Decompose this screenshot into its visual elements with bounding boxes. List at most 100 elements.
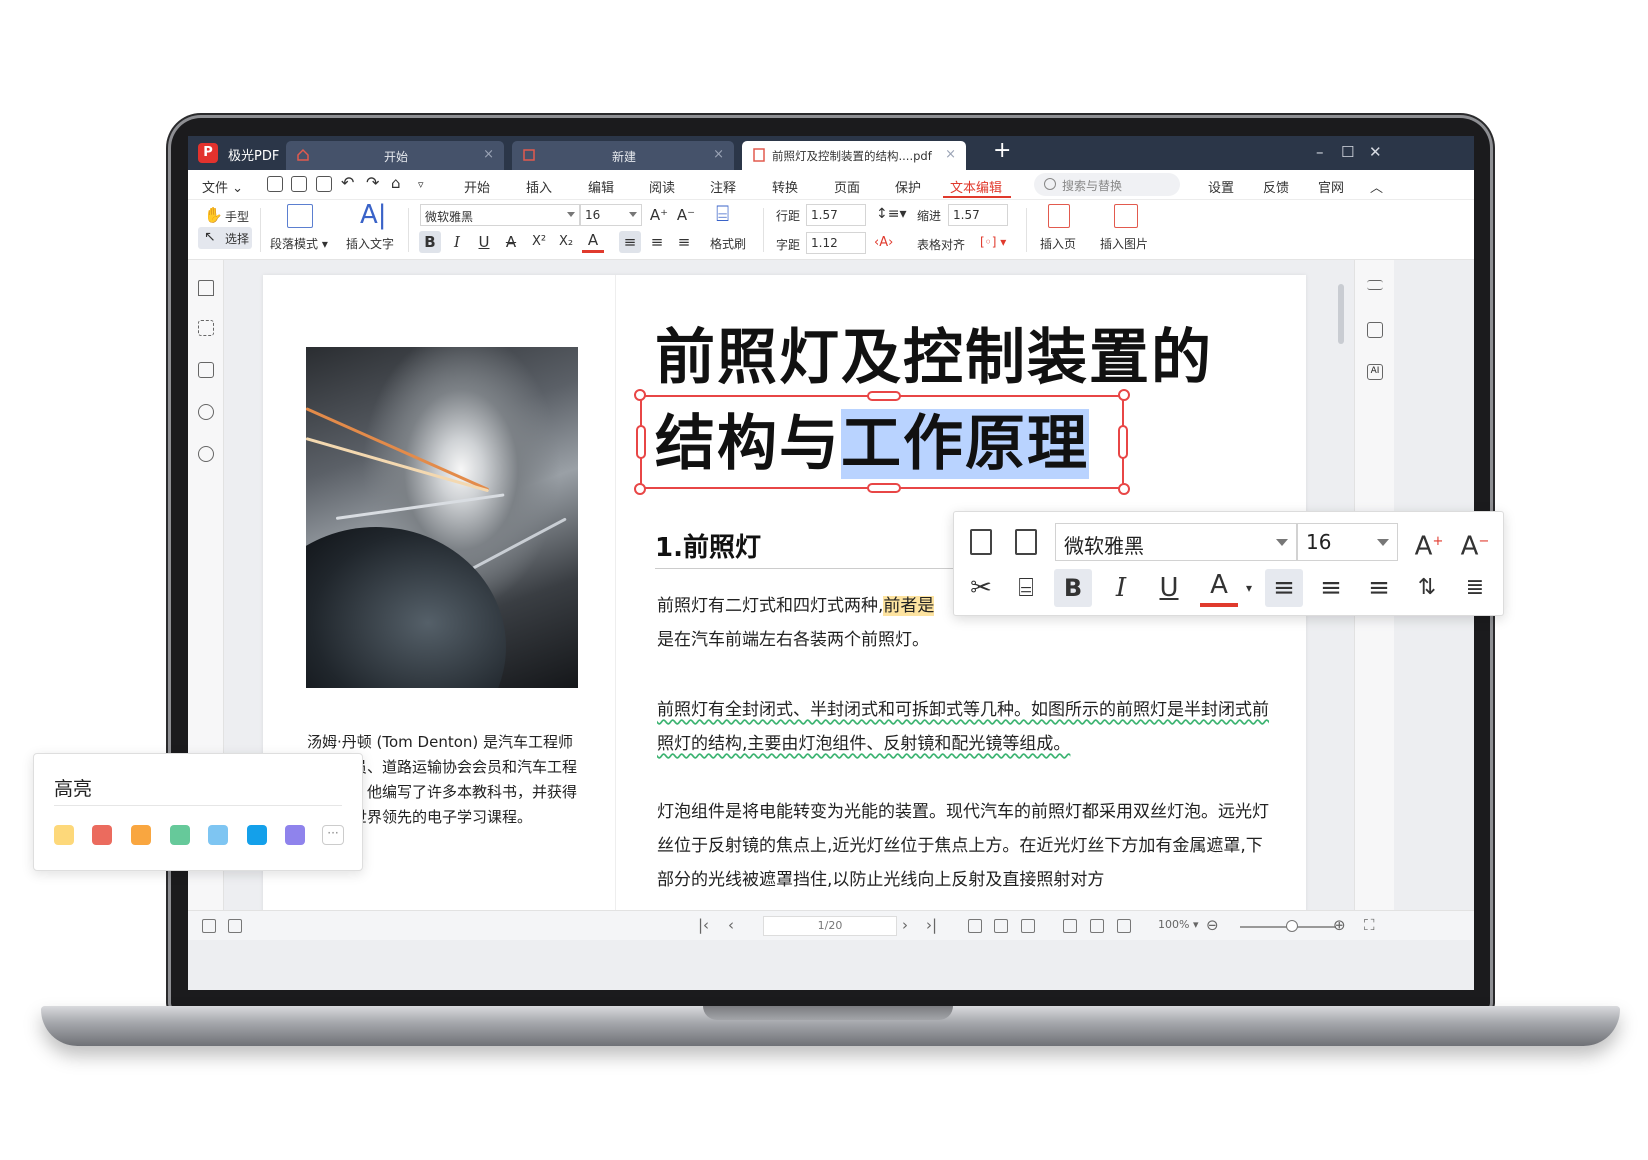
search-panel-icon[interactable] bbox=[198, 404, 214, 420]
indent-input[interactable]: 1.57 bbox=[948, 204, 1008, 226]
quick-access-more-icon[interactable]: ▿ bbox=[418, 178, 424, 191]
rotate-page-icon[interactable] bbox=[994, 919, 1008, 933]
section-title[interactable]: 1.前照灯 bbox=[655, 527, 761, 564]
collapse-ribbon-icon[interactable]: ︿ bbox=[1370, 177, 1383, 196]
resize-handle[interactable] bbox=[634, 389, 646, 401]
redo-icon[interactable]: ↷ bbox=[366, 173, 379, 192]
float-paragraph-spacing-icon[interactable]: ≣ bbox=[1456, 569, 1494, 607]
float-line-spacing-icon[interactable]: ⇅ bbox=[1408, 569, 1446, 607]
menu-start[interactable]: 开始 bbox=[464, 177, 490, 196]
menu-feedback[interactable]: 反馈 bbox=[1263, 177, 1289, 196]
highlight-color-orange[interactable] bbox=[131, 825, 151, 845]
menu-read[interactable]: 阅读 bbox=[649, 177, 675, 196]
comments-icon[interactable] bbox=[198, 362, 214, 378]
zoom-select[interactable]: 100% ▾ bbox=[1158, 918, 1198, 931]
resize-handle[interactable] bbox=[636, 425, 646, 459]
float-decrease-font-icon[interactable]: A− bbox=[1456, 523, 1494, 562]
prev-view-icon[interactable] bbox=[202, 919, 216, 933]
format-brush-icon[interactable]: ⌸ bbox=[1007, 569, 1045, 607]
chat-icon[interactable] bbox=[1367, 322, 1383, 338]
single-view-icon[interactable] bbox=[1063, 919, 1077, 933]
float-align-center-icon[interactable]: ≡ bbox=[1312, 569, 1350, 607]
highlight-color-yellow[interactable] bbox=[54, 825, 74, 845]
undo-icon[interactable]: ↶ bbox=[341, 173, 354, 192]
menu-file[interactable]: 文件 ⌄ bbox=[202, 177, 243, 196]
print-icon[interactable] bbox=[316, 176, 332, 192]
save-icon[interactable] bbox=[291, 176, 307, 192]
next-page-icon[interactable]: › bbox=[902, 916, 908, 934]
align-right-icon[interactable]: ≡ bbox=[673, 231, 695, 253]
font-size-select[interactable]: 16 bbox=[580, 204, 642, 226]
menu-protect[interactable]: 保护 bbox=[895, 177, 921, 196]
single-page-icon[interactable] bbox=[968, 919, 982, 933]
zoom-out-icon[interactable]: ⊖ bbox=[1206, 916, 1219, 934]
float-align-left-icon[interactable]: ≡ bbox=[1265, 569, 1303, 607]
float-increase-font-icon[interactable]: A+ bbox=[1410, 523, 1448, 562]
menu-edit[interactable]: 编辑 bbox=[588, 177, 614, 196]
align-left-icon[interactable]: ≡ bbox=[619, 231, 641, 253]
resize-handle[interactable] bbox=[867, 483, 901, 493]
italic-button[interactable]: I bbox=[446, 231, 468, 253]
menu-convert[interactable]: 转换 bbox=[772, 177, 798, 196]
more-colors-button[interactable]: ··· bbox=[322, 825, 344, 845]
float-align-right-icon[interactable]: ≡ bbox=[1360, 569, 1398, 607]
superscript-button[interactable]: X² bbox=[528, 231, 550, 253]
copy-icon[interactable] bbox=[970, 529, 992, 555]
menu-text-edit[interactable]: 文本编辑 bbox=[950, 177, 1002, 196]
menu-website[interactable]: 官网 bbox=[1318, 177, 1344, 196]
highlight-color-blue[interactable] bbox=[247, 825, 267, 845]
float-bold-button[interactable]: B bbox=[1054, 569, 1092, 607]
resize-handle[interactable] bbox=[1118, 389, 1130, 401]
search-input[interactable]: 搜索与替换 bbox=[1034, 173, 1180, 196]
tab-start-close-icon[interactable]: × bbox=[483, 147, 494, 162]
paragraph-2[interactable]: 前照灯有全封闭式、半封闭式和可拆卸式等几种。如图所示的前照灯是半封闭式前照灯的结… bbox=[657, 693, 1277, 761]
tab-start[interactable]: 开始 × bbox=[286, 141, 504, 170]
strikethrough-button[interactable]: A bbox=[500, 231, 522, 253]
next-view-icon[interactable] bbox=[228, 919, 242, 933]
line-spacing-icon[interactable]: ↕≡▾ bbox=[876, 206, 907, 222]
table-align-icon[interactable]: [◦] ▾ bbox=[980, 235, 1006, 249]
float-italic-button[interactable]: I bbox=[1102, 569, 1140, 607]
double-view-icon[interactable] bbox=[1090, 919, 1104, 933]
properties-icon[interactable] bbox=[1367, 280, 1383, 290]
highlight-color-red[interactable] bbox=[92, 825, 112, 845]
scroll-view-icon[interactable] bbox=[1117, 919, 1131, 933]
font-name-select[interactable]: 微软雅黑 bbox=[420, 204, 580, 226]
close-window-button[interactable]: ✕ bbox=[1369, 143, 1382, 161]
highlight-color-purple[interactable] bbox=[285, 825, 305, 845]
float-font-name-select[interactable]: 微软雅黑 bbox=[1055, 523, 1297, 561]
font-color-button[interactable]: A bbox=[582, 231, 604, 253]
home-quick-icon[interactable]: ⌂ bbox=[391, 174, 401, 192]
float-font-size-select[interactable]: 16 bbox=[1297, 523, 1398, 561]
thumbnails-icon[interactable] bbox=[198, 320, 214, 336]
resize-handle[interactable] bbox=[1118, 483, 1130, 495]
tab-document-close-icon[interactable]: × bbox=[945, 147, 956, 162]
char-spacing-icon[interactable]: ‹A› bbox=[874, 235, 893, 250]
zoom-slider-handle[interactable] bbox=[1286, 920, 1298, 932]
menu-insert[interactable]: 插入 bbox=[526, 177, 552, 196]
tab-document[interactable]: 前照灯及控制装置的结构....pdf × bbox=[742, 141, 966, 170]
decrease-font-icon[interactable]: A⁻ bbox=[675, 204, 697, 226]
vertical-scrollbar[interactable] bbox=[1338, 284, 1344, 344]
menu-page[interactable]: 页面 bbox=[834, 177, 860, 196]
paragraph-3[interactable]: 灯泡组件是将电能转变为光能的装置。现代汽车的前照灯都采用双丝灯泡。远光灯丝位于反… bbox=[657, 795, 1277, 897]
text-box-selection[interactable] bbox=[634, 389, 1130, 495]
new-tab-button[interactable]: + bbox=[993, 138, 1011, 163]
line-spacing-input[interactable]: 1.57 bbox=[806, 204, 866, 226]
attachment-icon[interactable] bbox=[198, 446, 214, 462]
maximize-button[interactable]: ☐ bbox=[1341, 143, 1354, 161]
first-page-icon[interactable]: |‹ bbox=[698, 916, 709, 934]
prev-page-icon[interactable]: ‹ bbox=[728, 916, 734, 934]
increase-font-icon[interactable]: A⁺ bbox=[648, 204, 670, 226]
menu-annotate[interactable]: 注释 bbox=[710, 177, 736, 196]
select-tool-button[interactable]: ↖ 选择 bbox=[198, 227, 252, 249]
font-color-dropdown-icon[interactable]: ▾ bbox=[1230, 569, 1268, 607]
bookmark-icon[interactable] bbox=[198, 280, 214, 296]
zoom-in-icon[interactable]: ⊕ bbox=[1333, 916, 1346, 934]
tab-new-close-icon[interactable]: × bbox=[713, 147, 724, 162]
tab-new[interactable]: 新建 × bbox=[512, 141, 734, 170]
align-center-icon[interactable]: ≡ bbox=[646, 231, 668, 253]
minimize-button[interactable]: – bbox=[1316, 143, 1324, 161]
subscript-button[interactable]: X₂ bbox=[555, 231, 577, 253]
resize-handle[interactable] bbox=[634, 483, 646, 495]
